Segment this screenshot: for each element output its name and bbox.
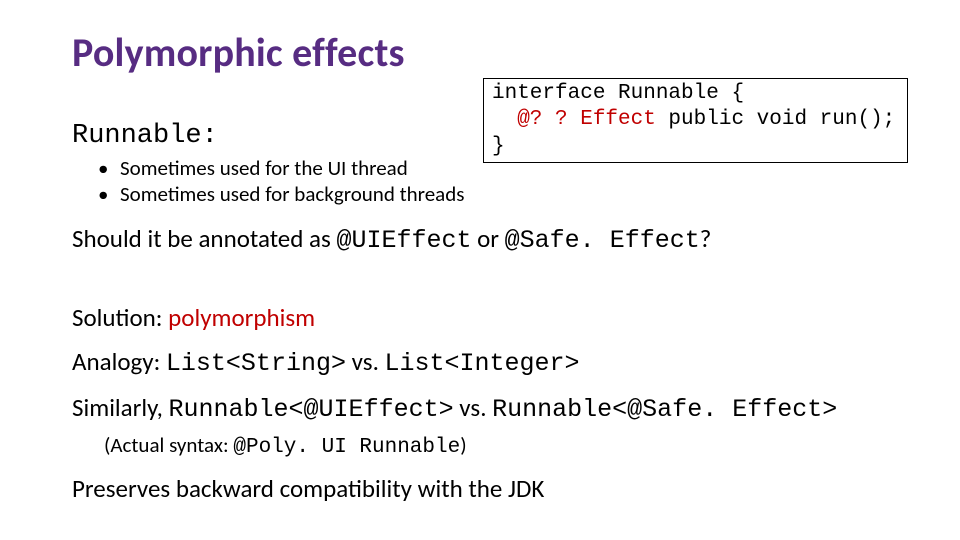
question-pre: Should it be annotated as bbox=[72, 223, 336, 254]
code-line-2-rest: public void run(); bbox=[656, 108, 895, 131]
bullet-list: Sometimes used for the UI thread Sometim… bbox=[72, 155, 900, 208]
solution-word: polymorphism bbox=[168, 302, 315, 333]
list-item: Sometimes used for the UI thread bbox=[120, 155, 900, 181]
code-line-2: @? ? Effect public void run(); bbox=[492, 107, 901, 133]
code-line-1: interface Runnable { bbox=[492, 81, 901, 107]
analogy-b: List<Integer> bbox=[385, 349, 580, 378]
question-line: Should it be annotated as @UIEffect or @… bbox=[72, 222, 900, 258]
note-pre: (Actual syntax: bbox=[104, 432, 233, 458]
analogy-vs: vs. bbox=[346, 346, 385, 377]
slide: Polymorphic effects interface Runnable {… bbox=[0, 0, 960, 540]
similarly-line: Similarly, Runnable<@UIEffect> vs. Runna… bbox=[72, 391, 900, 427]
list-item: Sometimes used for background threads bbox=[120, 181, 900, 207]
slide-title: Polymorphic effects bbox=[72, 28, 900, 77]
runnable-word: Runnable bbox=[72, 121, 202, 151]
runnable-colon: : bbox=[202, 121, 218, 151]
similarly-label: Similarly, bbox=[72, 392, 169, 423]
analogy-line: Analogy: List<String> vs. List<Integer> bbox=[72, 345, 900, 381]
code-annotation: @? ? Effect bbox=[517, 108, 656, 131]
preserves-line: Preserves backward compatibility with th… bbox=[72, 472, 900, 506]
question-post: ? bbox=[700, 223, 712, 254]
actual-syntax-note: (Actual syntax: @Poly. UI Runnable) bbox=[104, 431, 900, 462]
question-mid: or bbox=[471, 223, 504, 254]
code-box: interface Runnable { @? ? Effect public … bbox=[483, 78, 908, 163]
similarly-vs: vs. bbox=[454, 392, 493, 423]
similarly-a: Runnable<@UIEffect> bbox=[169, 395, 454, 424]
solution-line: Solution: polymorphism bbox=[72, 301, 900, 335]
annotation-b: @Safe. Effect bbox=[505, 226, 700, 255]
solution-label: Solution: bbox=[72, 302, 168, 333]
note-code: @Poly. UI Runnable bbox=[233, 436, 460, 459]
annotation-a: @UIEffect bbox=[336, 226, 471, 255]
analogy-label: Analogy: bbox=[72, 346, 166, 377]
analogy-a: List<String> bbox=[166, 349, 346, 378]
similarly-b: Runnable<@Safe. Effect> bbox=[492, 395, 837, 424]
note-post: ) bbox=[460, 432, 466, 458]
